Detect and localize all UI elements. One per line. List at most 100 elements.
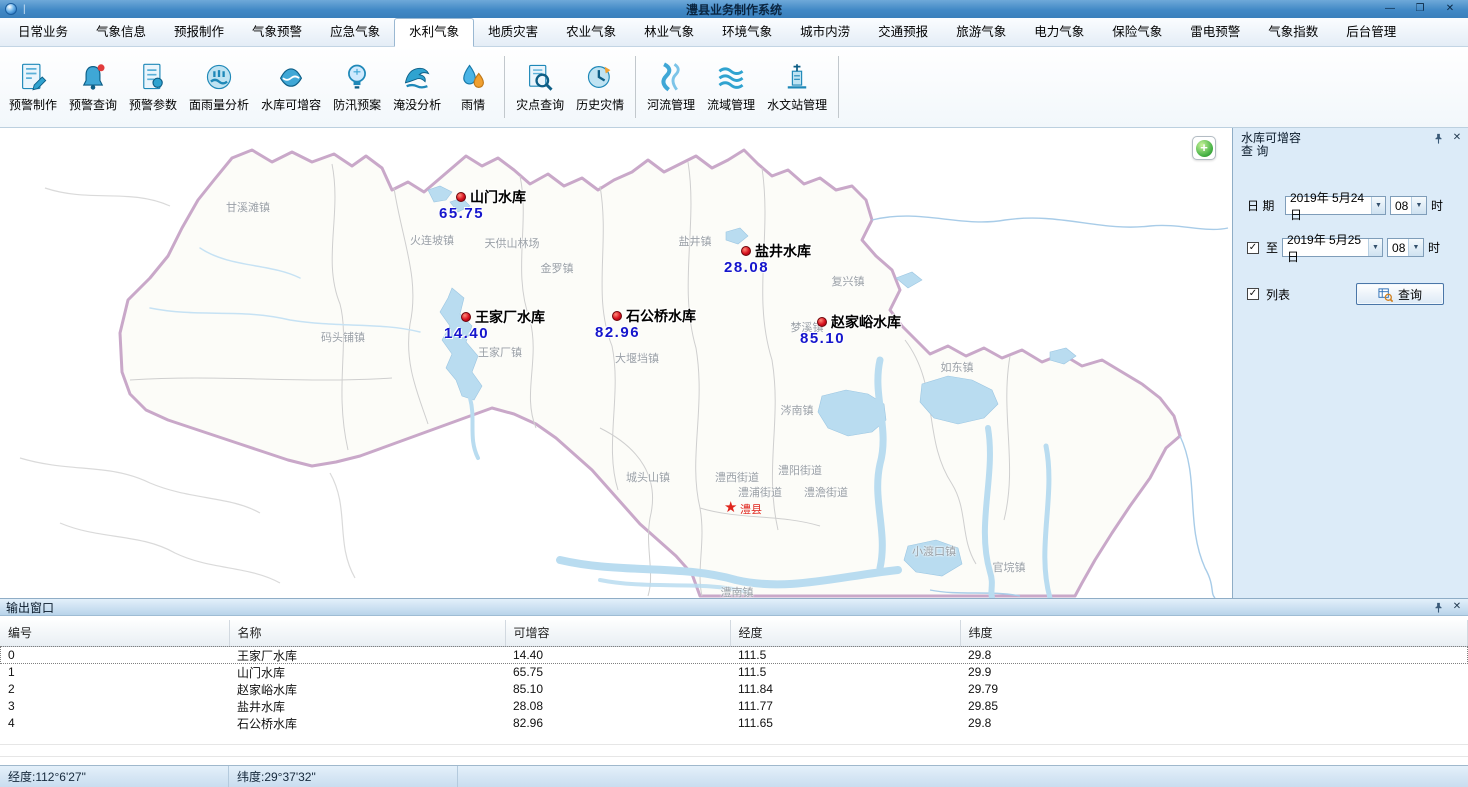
flood-plan-icon — [342, 62, 372, 92]
end-hour-value: 08 — [1392, 241, 1405, 255]
column-header[interactable]: 编号 — [0, 620, 229, 646]
map-area[interactable]: 甘溪滩镇火连坡镇天供山林场金罗镇盐井镇复兴镇码头铺镇王家厂镇梦溪镇大堰垱镇如东镇… — [0, 128, 1232, 598]
reservoir-dot-icon — [612, 311, 622, 321]
end-date-select[interactable]: 2019年 5月25日 ▼ — [1282, 238, 1383, 257]
menu-item-12[interactable]: 交通预报 — [864, 18, 942, 46]
table-cell: 石公桥水库 — [229, 715, 505, 732]
toolbar-separator — [635, 56, 636, 118]
reservoir-value: 85.10 — [800, 330, 845, 347]
alert-bell-icon — [78, 62, 108, 92]
search-table-icon — [1378, 287, 1393, 302]
toolbar-button-flood-analysis[interactable]: 淹没分析 — [387, 58, 447, 117]
toolbar-button-label: 淹没分析 — [393, 96, 441, 113]
table-cell: 4 — [0, 715, 229, 732]
table-row[interactable]: 3盐井水库28.08111.7729.85 — [0, 698, 1468, 715]
town-label: 小渡口镇 — [912, 543, 956, 559]
chevron-down-icon: ▼ — [1368, 239, 1382, 256]
minimize-button[interactable]: — — [1382, 1, 1398, 17]
river-icon — [656, 62, 686, 92]
restore-button[interactable]: ❐ — [1412, 1, 1428, 17]
edit-document-icon — [18, 62, 48, 92]
column-header[interactable]: 纬度 — [960, 620, 1468, 646]
menu-item-2[interactable]: 气象信息 — [82, 18, 160, 46]
end-hour-select[interactable]: 08 ▼ — [1387, 238, 1424, 257]
menu-item-9[interactable]: 林业气象 — [630, 18, 708, 46]
column-header[interactable]: 名称 — [229, 620, 505, 646]
reservoir-value: 82.96 — [595, 324, 640, 341]
town-label: 澧西街道 — [715, 469, 759, 485]
table-cell: 3 — [0, 698, 229, 715]
rain-icon — [458, 62, 488, 92]
toolbar-button-edit-document[interactable]: 预警制作 — [3, 58, 63, 117]
menu-item-15[interactable]: 保险气象 — [1098, 18, 1176, 46]
start-hour-select[interactable]: 08 ▼ — [1390, 196, 1427, 215]
close-button[interactable]: ✕ — [1442, 1, 1458, 17]
toolbar-button-river[interactable]: 河流管理 — [641, 58, 701, 117]
table-row[interactable]: 4石公桥水库82.96111.6529.8 — [0, 715, 1468, 732]
table-cell: 29.9 — [960, 664, 1468, 681]
zoom-in-button[interactable]: + — [1192, 136, 1216, 160]
table-cell: 王家厂水库 — [229, 646, 505, 664]
menu-item-6[interactable]: 水利气象 — [394, 18, 474, 47]
to-checkbox[interactable]: ✓ — [1247, 242, 1259, 254]
menu-item-1[interactable]: 日常业务 — [4, 18, 82, 46]
pin-icon[interactable] — [1432, 601, 1444, 613]
town-label: 澧阳街道 — [778, 462, 822, 478]
toolbar-button-hydro-station[interactable]: 水文站管理 — [761, 58, 833, 117]
menu-item-3[interactable]: 预报制作 — [160, 18, 238, 46]
table-cell: 29.8 — [960, 646, 1468, 664]
menu-item-14[interactable]: 电力气象 — [1020, 18, 1098, 46]
start-date-select[interactable]: 2019年 5月24日 ▼ — [1285, 196, 1386, 215]
toolbar-button-label: 流域管理 — [707, 96, 755, 113]
menu-item-10[interactable]: 环境气象 — [708, 18, 786, 46]
panel-close-icon[interactable]: ✕ — [1451, 132, 1463, 144]
table-cell: 111.5 — [730, 664, 960, 681]
table-cell: 2 — [0, 681, 229, 698]
table-row[interactable]: 2赵家峪水库85.10111.8429.79 — [0, 681, 1468, 698]
column-header[interactable]: 经度 — [730, 620, 960, 646]
table-row[interactable]: 1山门水库65.75111.529.9 — [0, 664, 1468, 681]
start-date-row: 日 期 2019年 5月24日 ▼ 08 ▼ 时 — [1233, 196, 1468, 215]
column-header[interactable]: 可增容 — [505, 620, 730, 646]
menu-item-8[interactable]: 农业气象 — [552, 18, 630, 46]
toolbar-button-flood-plan[interactable]: 防汛预案 — [327, 58, 387, 117]
toolbar-button-reservoir-capacity[interactable]: 水库可增容 — [255, 58, 327, 117]
plus-icon: + — [1196, 140, 1213, 157]
town-label: 火连坡镇 — [410, 232, 454, 248]
toolbar-button-disaster-search[interactable]: 灾点查询 — [510, 58, 570, 117]
menu-item-13[interactable]: 旅游气象 — [942, 18, 1020, 46]
table-cell: 29.79 — [960, 681, 1468, 698]
toolbar-button-history-disaster[interactable]: 历史灾情 — [570, 58, 630, 117]
table-cell: 65.75 — [505, 664, 730, 681]
toolbar-button-label: 水文站管理 — [767, 96, 827, 113]
list-checkbox[interactable]: ✓ — [1247, 288, 1259, 300]
menu-item-4[interactable]: 气象预警 — [238, 18, 316, 46]
toolbar-button-rain[interactable]: 雨情 — [447, 58, 499, 117]
toolbar-button-alert-bell[interactable]: 预警查询 — [63, 58, 123, 117]
town-label: 大堰垱镇 — [615, 350, 659, 366]
query-button[interactable]: 查询 — [1356, 283, 1444, 305]
table-row[interactable]: 0王家厂水库14.40111.529.8 — [0, 646, 1468, 664]
table-cell: 14.40 — [505, 646, 730, 664]
menu-item-16[interactable]: 雷电预警 — [1176, 18, 1254, 46]
end-date-value: 2019年 5月25日 — [1287, 231, 1368, 265]
toolbar-button-label: 预警查询 — [69, 96, 117, 113]
menu-item-7[interactable]: 地质灾害 — [474, 18, 552, 46]
menu-item-5[interactable]: 应急气象 — [316, 18, 394, 46]
toolbar-button-document-settings[interactable]: 预警参数 — [123, 58, 183, 117]
toolbar-button-label: 水库可增容 — [261, 96, 321, 113]
toolbar-button-rain-analysis[interactable]: 面雨量分析 — [183, 58, 255, 117]
pin-icon[interactable] — [1432, 132, 1444, 144]
town-label: 复兴镇 — [832, 273, 865, 289]
toolbar-separator — [504, 56, 505, 118]
to-label: 至 — [1266, 239, 1278, 256]
toolbar-button-basin[interactable]: 流域管理 — [701, 58, 761, 117]
status-latitude: 纬度:29°37'32" — [229, 766, 458, 787]
toolbar: 预警制作预警查询预警参数面雨量分析水库可增容防汛预案淹没分析雨情灾点查询历史灾情… — [0, 47, 1468, 128]
start-date-value: 2019年 5月24日 — [1290, 189, 1371, 223]
menu-item-11[interactable]: 城市内涝 — [786, 18, 864, 46]
output-close-icon[interactable]: ✕ — [1451, 601, 1463, 613]
table-cell: 111.5 — [730, 646, 960, 664]
menu-item-17[interactable]: 气象指数 — [1254, 18, 1332, 46]
menu-item-18[interactable]: 后台管理 — [1332, 18, 1410, 46]
